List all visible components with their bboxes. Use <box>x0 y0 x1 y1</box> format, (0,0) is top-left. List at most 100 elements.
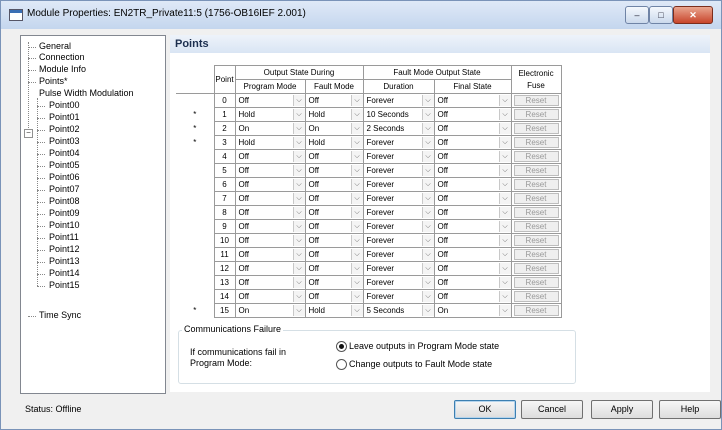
reset-button[interactable]: Reset <box>513 165 559 176</box>
fault-mode-select[interactable]: Hold ⌵ <box>304 303 364 318</box>
program-mode-select[interactable]: Off ⌵ <box>234 233 306 248</box>
tree-item-point[interactable]: Point09 <box>49 208 80 218</box>
dropdown-arrow-icon[interactable]: ⌵ <box>421 109 433 120</box>
dropdown-arrow-icon[interactable]: ⌵ <box>292 109 304 120</box>
program-mode-select[interactable]: Hold ⌵ <box>234 135 306 150</box>
program-mode-select[interactable]: Off ⌵ <box>234 247 306 262</box>
dropdown-arrow-icon[interactable]: ⌵ <box>292 277 304 288</box>
program-mode-select[interactable]: Off ⌵ <box>234 93 306 108</box>
dropdown-arrow-icon[interactable]: ⌵ <box>292 193 304 204</box>
program-mode-select[interactable]: Off ⌵ <box>234 289 306 304</box>
dropdown-arrow-icon[interactable]: ⌵ <box>498 305 510 316</box>
dropdown-arrow-icon[interactable]: ⌵ <box>498 123 510 134</box>
reset-button[interactable]: Reset <box>513 95 559 106</box>
duration-select[interactable]: Forever ⌵ <box>362 149 435 164</box>
tree-item-point[interactable]: Point04 <box>49 148 80 158</box>
dropdown-arrow-icon[interactable]: ⌵ <box>421 151 433 162</box>
dropdown-arrow-icon[interactable]: ⌵ <box>350 123 362 134</box>
duration-select[interactable]: Forever ⌵ <box>362 233 435 248</box>
ok-button[interactable]: OK <box>454 400 516 419</box>
dropdown-arrow-icon[interactable]: ⌵ <box>292 95 304 106</box>
tree-item-point[interactable]: Point08 <box>49 196 80 206</box>
program-mode-select[interactable]: Off ⌵ <box>234 191 306 206</box>
tree-item-point[interactable]: Point00 <box>49 100 80 110</box>
final-state-select[interactable]: Off ⌵ <box>433 261 512 276</box>
dropdown-arrow-icon[interactable]: ⌵ <box>350 109 362 120</box>
program-mode-select[interactable]: On ⌵ <box>234 303 306 318</box>
dropdown-arrow-icon[interactable]: ⌵ <box>421 277 433 288</box>
dropdown-arrow-icon[interactable]: ⌵ <box>350 305 362 316</box>
fault-mode-select[interactable]: Off ⌵ <box>304 275 364 290</box>
final-state-select[interactable]: Off ⌵ <box>433 163 512 178</box>
duration-select[interactable]: Forever ⌵ <box>362 289 435 304</box>
tree-item-point[interactable]: Point13 <box>49 256 80 266</box>
duration-select[interactable]: Forever ⌵ <box>362 93 435 108</box>
dropdown-arrow-icon[interactable]: ⌵ <box>421 263 433 274</box>
fault-mode-select[interactable]: Off ⌵ <box>304 219 364 234</box>
radio-leave-outputs[interactable] <box>336 341 347 352</box>
tree-item-point[interactable]: Point11 <box>49 232 79 242</box>
tree-item-time-sync[interactable]: Time Sync <box>39 310 81 320</box>
reset-button[interactable]: Reset <box>513 277 559 288</box>
duration-select[interactable]: Forever ⌵ <box>362 261 435 276</box>
dropdown-arrow-icon[interactable]: ⌵ <box>292 165 304 176</box>
tree-item-connection[interactable]: Connection <box>39 52 85 62</box>
reset-button[interactable]: Reset <box>513 291 559 302</box>
duration-select[interactable]: 2 Seconds ⌵ <box>362 121 435 136</box>
maximize-button[interactable]: □ <box>649 6 673 24</box>
dropdown-arrow-icon[interactable]: ⌵ <box>292 305 304 316</box>
final-state-select[interactable]: Off ⌵ <box>433 107 512 122</box>
tree-item-point[interactable]: Point06 <box>49 172 80 182</box>
program-mode-select[interactable]: On ⌵ <box>234 121 306 136</box>
duration-select[interactable]: 10 Seconds ⌵ <box>362 107 435 122</box>
tree-item-pulse-width-modulation[interactable]: Pulse Width Modulation <box>39 88 134 98</box>
fault-mode-select[interactable]: Off ⌵ <box>304 93 364 108</box>
dropdown-arrow-icon[interactable]: ⌵ <box>421 207 433 218</box>
dropdown-arrow-icon[interactable]: ⌵ <box>421 235 433 246</box>
final-state-select[interactable]: On ⌵ <box>433 303 512 318</box>
reset-button[interactable]: Reset <box>513 305 559 316</box>
dropdown-arrow-icon[interactable]: ⌵ <box>292 151 304 162</box>
dropdown-arrow-icon[interactable]: ⌵ <box>421 221 433 232</box>
fault-mode-select[interactable]: Off ⌵ <box>304 247 364 262</box>
reset-button[interactable]: Reset <box>513 137 559 148</box>
dropdown-arrow-icon[interactable]: ⌵ <box>421 95 433 106</box>
dropdown-arrow-icon[interactable]: ⌵ <box>350 249 362 260</box>
dropdown-arrow-icon[interactable]: ⌵ <box>350 263 362 274</box>
dropdown-arrow-icon[interactable]: ⌵ <box>350 151 362 162</box>
help-button[interactable]: Help <box>659 400 721 419</box>
tree-item-module-info[interactable]: Module Info <box>39 64 86 74</box>
tree-item-point[interactable]: Point01 <box>49 112 80 122</box>
final-state-select[interactable]: Off ⌵ <box>433 191 512 206</box>
final-state-select[interactable]: Off ⌵ <box>433 93 512 108</box>
dropdown-arrow-icon[interactable]: ⌵ <box>350 137 362 148</box>
fault-mode-select[interactable]: Off ⌵ <box>304 163 364 178</box>
dropdown-arrow-icon[interactable]: ⌵ <box>292 123 304 134</box>
fault-mode-select[interactable]: Off ⌵ <box>304 191 364 206</box>
tree-item-point[interactable]: Point12 <box>49 244 80 254</box>
dropdown-arrow-icon[interactable]: ⌵ <box>421 165 433 176</box>
dropdown-arrow-icon[interactable]: ⌵ <box>498 235 510 246</box>
radio-label-change-outputs[interactable]: Change outputs to Fault Mode state <box>349 359 492 369</box>
program-mode-select[interactable]: Off ⌵ <box>234 219 306 234</box>
fault-mode-select[interactable]: Off ⌵ <box>304 177 364 192</box>
tree-item-point[interactable]: Point15 <box>49 280 80 290</box>
final-state-select[interactable]: Off ⌵ <box>433 233 512 248</box>
dropdown-arrow-icon[interactable]: ⌵ <box>498 151 510 162</box>
tree-item-point[interactable]: Point02 <box>49 124 80 134</box>
duration-select[interactable]: Forever ⌵ <box>362 247 435 262</box>
close-button[interactable]: ✕ <box>673 6 713 24</box>
final-state-select[interactable]: Off ⌵ <box>433 135 512 150</box>
duration-select[interactable]: Forever ⌵ <box>362 163 435 178</box>
tree-item-point[interactable]: Point03 <box>49 136 80 146</box>
radio-change-outputs[interactable] <box>336 359 347 370</box>
dropdown-arrow-icon[interactable]: ⌵ <box>421 291 433 302</box>
program-mode-select[interactable]: Off ⌵ <box>234 275 306 290</box>
duration-select[interactable]: Forever ⌵ <box>362 191 435 206</box>
final-state-select[interactable]: Off ⌵ <box>433 247 512 262</box>
reset-button[interactable]: Reset <box>513 221 559 232</box>
radio-label-leave-outputs[interactable]: Leave outputs in Program Mode state <box>349 341 499 351</box>
dropdown-arrow-icon[interactable]: ⌵ <box>350 207 362 218</box>
collapse-icon[interactable]: − <box>24 129 33 138</box>
dropdown-arrow-icon[interactable]: ⌵ <box>498 249 510 260</box>
